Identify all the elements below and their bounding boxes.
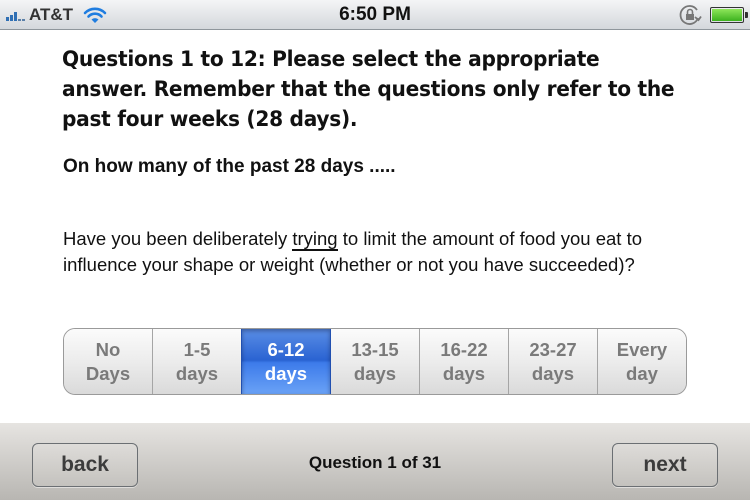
answer-line2: days <box>531 362 575 384</box>
next-button[interactable]: next <box>612 443 718 487</box>
question-text: Have you been deliberately trying to lim… <box>63 226 703 278</box>
answer-option-no-days[interactable]: No Days <box>64 329 153 394</box>
answer-line1: Every <box>616 338 668 360</box>
rotation-lock-icon <box>679 5 702 25</box>
answer-line1: 1-5 <box>183 338 211 360</box>
answer-line1: 6-12 <box>267 338 305 360</box>
answer-line2: Days <box>85 362 131 384</box>
battery-icon <box>710 7 748 23</box>
status-bar: AT&T 6:50 PM <box>0 0 750 30</box>
answer-line2: day <box>626 362 658 384</box>
answer-option-23-27-days[interactable]: 23-27 days <box>509 329 598 394</box>
answer-line2: days <box>442 362 486 384</box>
question-text-before: Have you been deliberately <box>63 228 293 249</box>
answer-option-6-12-days[interactable]: 6-12 days <box>241 329 331 394</box>
answer-line2: days <box>175 362 219 384</box>
wifi-icon <box>83 7 107 23</box>
answer-segmented-control: No Days 1-5 days 6-12 days 13-15 days 16… <box>63 328 687 395</box>
answer-option-13-15-days[interactable]: 13-15 days <box>331 329 420 394</box>
status-right <box>678 4 748 26</box>
back-button[interactable]: back <box>32 443 138 487</box>
status-left: AT&T <box>6 5 107 25</box>
answer-line1: 16-22 <box>440 338 488 360</box>
answer-option-16-22-days[interactable]: 16-22 days <box>420 329 509 394</box>
bottom-toolbar: back Question 1 of 31 next <box>0 423 750 500</box>
status-time: 6:50 PM <box>339 4 411 25</box>
battery-level <box>712 9 742 21</box>
question-prompt: On how many of the past 28 days ..... <box>63 156 396 177</box>
answer-line2: days <box>264 362 308 384</box>
carrier-name: AT&T <box>29 5 74 24</box>
answer-line1: 23-27 <box>529 338 577 360</box>
question-emphasis: trying <box>292 228 338 251</box>
answer-line1: No <box>95 338 121 360</box>
answer-option-1-5-days[interactable]: 1-5 days <box>153 329 242 394</box>
answer-option-every-day[interactable]: Every day <box>598 329 686 394</box>
signal-icon <box>6 9 25 21</box>
instructions-heading: Questions 1 to 12: Please select the app… <box>62 47 675 131</box>
answer-line1: 13-15 <box>351 338 399 360</box>
answer-line2: days <box>353 362 397 384</box>
